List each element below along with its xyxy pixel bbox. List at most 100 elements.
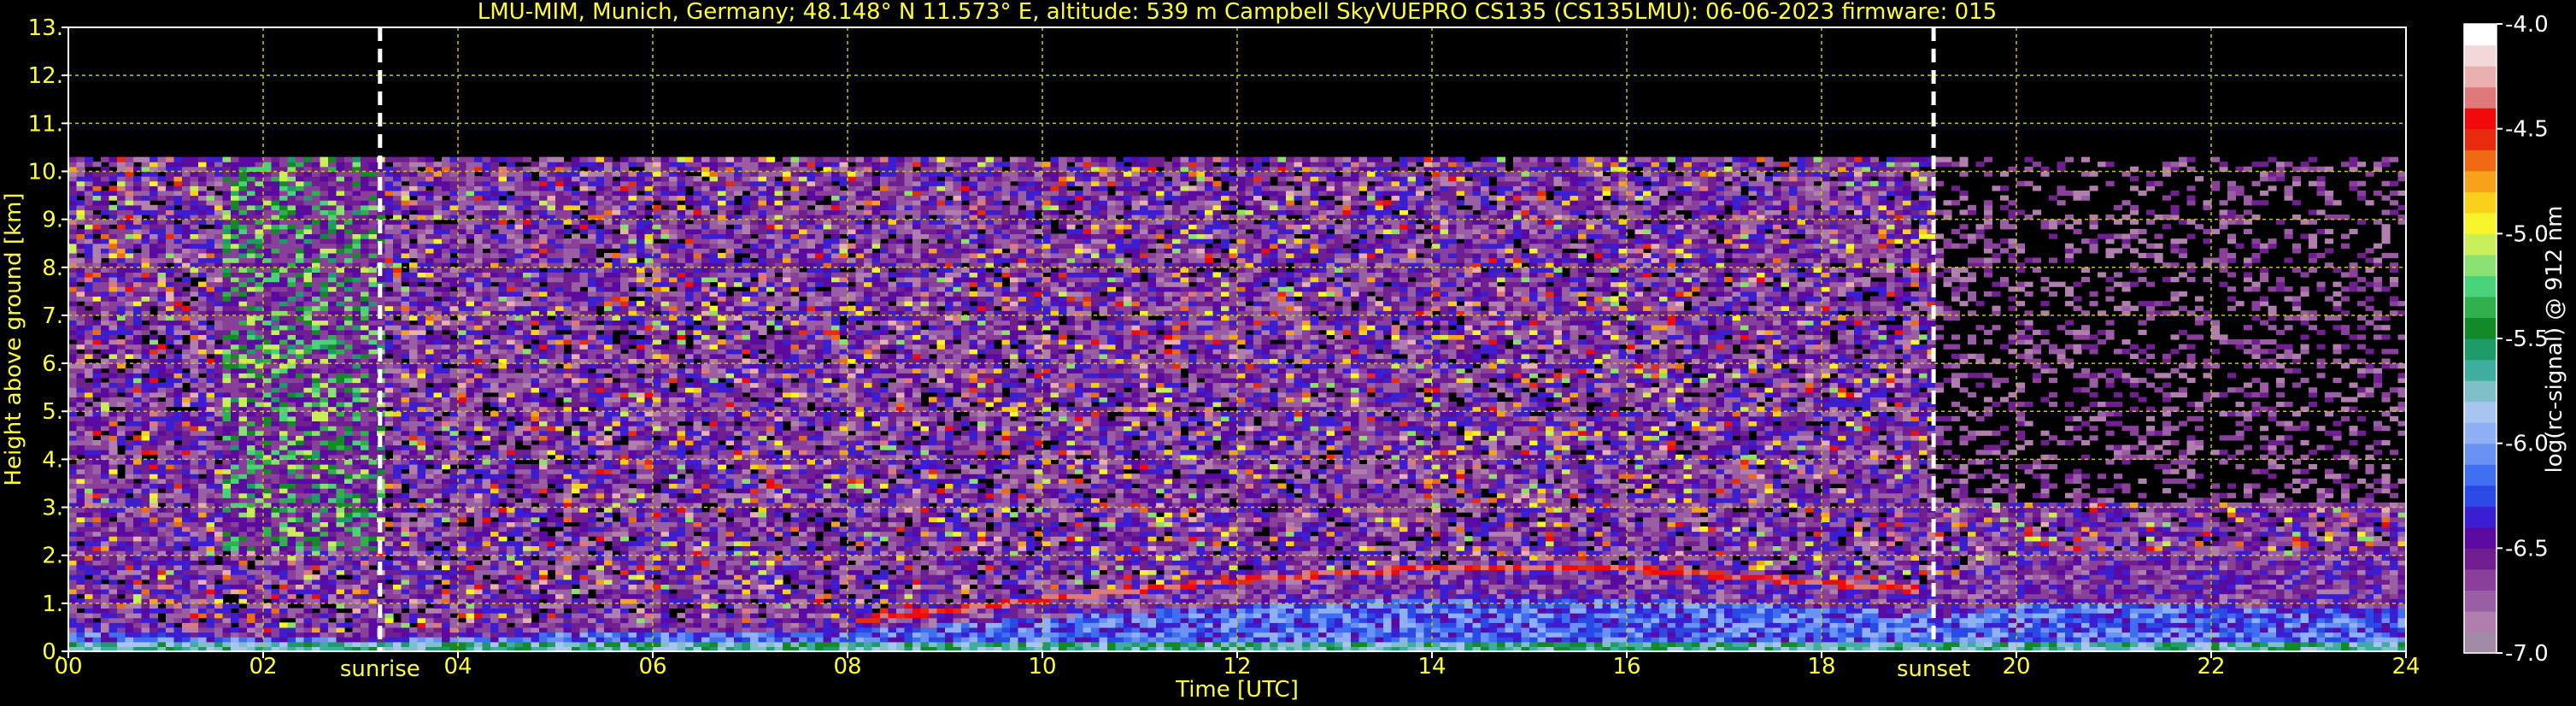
heatmap-cell — [247, 464, 255, 469]
heatmap-cell — [117, 330, 126, 335]
heatmap-cell — [85, 238, 93, 244]
heatmap-cell — [109, 191, 118, 196]
heatmap-cell — [239, 536, 248, 541]
heatmap-cell — [191, 556, 199, 561]
heatmap-cell — [93, 560, 102, 565]
heatmap-cell — [142, 609, 150, 614]
heatmap-cell — [77, 435, 85, 440]
heatmap-cell — [207, 488, 215, 493]
heatmap-cell — [150, 416, 158, 421]
heatmap-cell — [231, 474, 239, 479]
heatmap-cell — [77, 325, 85, 330]
heatmap-cell — [117, 185, 126, 191]
heatmap-cell — [150, 325, 158, 330]
heatmap-cell — [182, 234, 191, 239]
heatmap-cell — [223, 435, 232, 440]
heatmap-cell — [158, 258, 167, 263]
heatmap-cell — [223, 224, 232, 229]
heatmap-cell — [223, 301, 232, 306]
heatmap-cell — [117, 181, 126, 186]
heatmap-cell — [77, 521, 85, 527]
heatmap-cell — [182, 344, 191, 350]
heatmap-cell — [207, 497, 215, 503]
heatmap-cell — [109, 440, 118, 445]
heatmap-cell — [247, 301, 255, 306]
heatmap-cell — [133, 609, 142, 614]
heatmap-cell — [117, 157, 126, 162]
heatmap-cell — [77, 565, 85, 570]
heatmap-cell — [182, 527, 191, 532]
heatmap-cell — [247, 368, 255, 374]
heatmap-cell — [117, 431, 126, 436]
heatmap-cell — [77, 272, 85, 277]
heatmap-cell — [158, 191, 167, 196]
heatmap-cell — [68, 642, 77, 647]
heatmap-cell — [150, 354, 158, 359]
heatmap-cell — [133, 196, 142, 201]
heatmap-cell — [239, 556, 248, 561]
heatmap-cell — [68, 253, 77, 258]
heatmap-cell — [247, 209, 255, 215]
heatmap-cell — [150, 421, 158, 427]
heatmap-cell — [223, 426, 232, 431]
heatmap-cell — [247, 445, 255, 450]
heatmap-cell — [247, 426, 255, 431]
heatmap-cell — [223, 354, 232, 359]
heatmap-cell — [85, 354, 93, 359]
heatmap-cell — [85, 609, 93, 614]
heatmap-cell — [182, 392, 191, 397]
heatmap-cell — [166, 334, 174, 339]
heatmap-cell — [133, 205, 142, 210]
heatmap-cell — [142, 570, 150, 575]
heatmap-cell — [93, 244, 102, 249]
heatmap-cell — [126, 268, 134, 273]
heatmap-cell — [247, 286, 255, 291]
heatmap-cell — [126, 334, 134, 339]
heatmap-cell — [77, 450, 85, 455]
heatmap-cell — [85, 521, 93, 527]
heatmap-cell — [85, 589, 93, 594]
heatmap-cell — [214, 445, 223, 450]
heatmap-cell — [85, 474, 93, 479]
heatmap-cell — [207, 248, 215, 253]
heatmap-cell — [239, 157, 248, 162]
heatmap-cell — [93, 584, 102, 589]
heatmap-cell — [182, 541, 191, 546]
heatmap-cell — [101, 584, 109, 589]
heatmap-cell — [142, 282, 150, 287]
heatmap-cell — [93, 330, 102, 335]
heatmap-cell — [223, 238, 232, 244]
heatmap-cell — [142, 224, 150, 229]
heatmap-cell — [239, 532, 248, 537]
heatmap-cell — [85, 627, 93, 632]
heatmap-cell — [133, 402, 142, 407]
heatmap-cell — [109, 272, 118, 277]
heatmap-cell — [68, 205, 77, 210]
heatmap-cell — [174, 181, 183, 186]
heatmap-cell — [223, 277, 232, 282]
heatmap-cell — [263, 589, 272, 594]
heatmap-cell — [101, 234, 109, 239]
heatmap-cell — [198, 301, 207, 306]
heatmap-cell — [239, 387, 248, 392]
heatmap-cell — [150, 565, 158, 570]
heatmap-cell — [231, 556, 239, 561]
heatmap-cell — [150, 321, 158, 326]
heatmap-cell — [85, 229, 93, 234]
heatmap-cell — [255, 435, 264, 440]
heatmap-cell — [109, 258, 118, 263]
heatmap-cell — [117, 387, 126, 392]
heatmap-cell — [247, 584, 255, 589]
heatmap-cell — [223, 282, 232, 287]
heatmap-cell — [142, 493, 150, 498]
heatmap-cell — [142, 162, 150, 167]
heatmap-cell — [255, 421, 264, 427]
heatmap-cell — [239, 272, 248, 277]
heatmap-cell — [93, 497, 102, 503]
heatmap-cell — [142, 546, 150, 551]
heatmap-cell — [214, 297, 223, 302]
heatmap-cell — [207, 368, 215, 374]
heatmap-cell — [223, 464, 232, 469]
heatmap-cell — [93, 339, 102, 344]
heatmap-cell — [109, 334, 118, 339]
